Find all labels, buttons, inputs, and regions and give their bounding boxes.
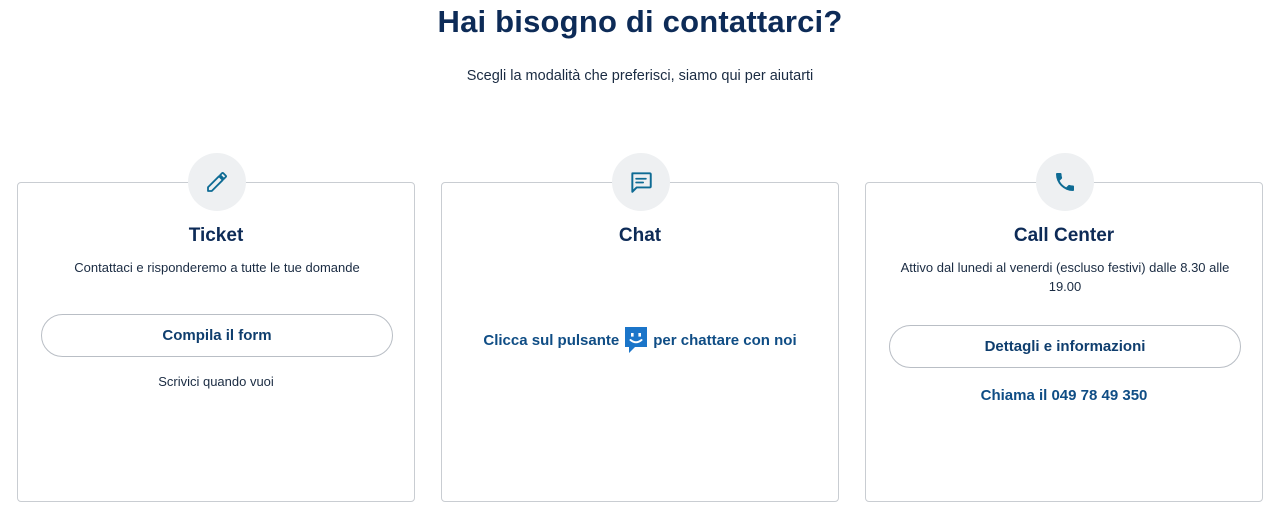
chat-text-before: Clicca sul pulsante [483,331,620,349]
contact-page: Hai bisogno di contattarci? Scegli la mo… [0,0,1280,527]
page-subtitle: Scegli la modalità che preferisci, siamo… [466,68,814,84]
chat-title: Chat [618,225,662,246]
details-info-button[interactable]: Dettagli e informazioni [889,325,1241,368]
chat-card: Chat Clicca sul pulsante per chattare co… [441,153,839,502]
call-center-icon-circle [1036,153,1094,211]
call-center-description: Attivo dal lunedi al venerdi (escluso fe… [900,260,1230,294]
call-center-title: Call Center [1013,225,1115,246]
chat-instructions: Clicca sul pulsante per chattare con noi [442,325,838,355]
ticket-title: Ticket [188,225,244,246]
chat-icon [631,172,652,193]
phone-icon [1056,173,1074,191]
pencil-icon [207,172,227,192]
ticket-note: Scrivici quando vuoi [158,374,274,389]
chat-text-after: per chattare con noi [653,331,797,349]
smiley-chat-icon[interactable] [623,325,649,355]
page-title: Hai bisogno di contattarci? [437,4,843,39]
ticket-icon-circle [188,153,246,211]
chat-icon-circle [612,153,670,211]
call-center-card: Call Center Attivo dal lunedi al venerdi… [865,153,1263,502]
fill-form-button[interactable]: Compila il form [41,314,393,357]
ticket-description: Contattaci e risponderemo a tutte le tue… [74,260,360,275]
ticket-card: Ticket Contattaci e risponderemo a tutte… [17,153,415,502]
call-phone-link[interactable]: Chiama il 049 78 49 350 [866,387,1262,404]
